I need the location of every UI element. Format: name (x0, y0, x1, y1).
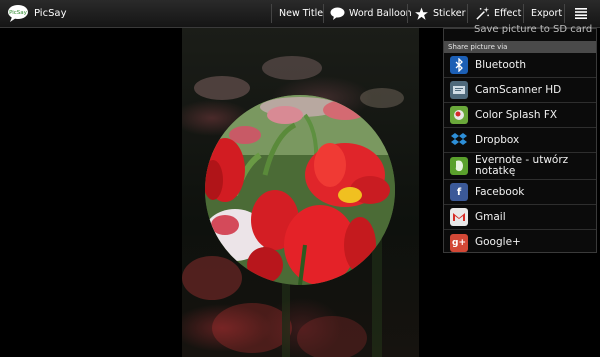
menu-item-color-splash-fx[interactable]: Color Splash FX (444, 103, 596, 128)
new-title-label: New Title (279, 8, 324, 19)
separator (467, 4, 468, 23)
menu-item-camscanner-hd[interactable]: CamScanner HD (444, 78, 596, 103)
menu-item-gmail[interactable]: Gmail (444, 205, 596, 230)
gmail-icon (450, 208, 468, 226)
google-plus-icon: g+ (450, 233, 468, 252)
bluetooth-icon (450, 56, 468, 74)
menu-item-label: Google+ (475, 236, 521, 248)
share-section-header: Share picture via (444, 41, 596, 53)
menu-item-save-to-sd[interactable]: Save picture to SD card (444, 23, 596, 37)
camscanner-icon (450, 81, 468, 99)
logo-text: PicSay (9, 10, 28, 16)
menu-item-label: Gmail (475, 210, 506, 223)
separator (407, 4, 408, 23)
word-balloon-button[interactable]: Word Balloon (330, 0, 412, 27)
speech-balloon-icon (330, 7, 345, 20)
menu-item-label: Color Splash FX (475, 108, 558, 121)
menu-item-label: Facebook (475, 185, 525, 198)
separator (271, 4, 272, 23)
dropbox-icon (450, 131, 468, 149)
menu-item-evernote[interactable]: Evernote - utwórz notatkę (444, 153, 596, 180)
evernote-icon (450, 157, 468, 175)
color-splash-icon (450, 106, 468, 124)
overflow-menu-icon (575, 8, 587, 19)
menu-item-facebook[interactable]: f Facebook (444, 180, 596, 205)
circle-selection-photo[interactable] (205, 95, 395, 285)
app-title: PicSay (34, 8, 67, 19)
menu-item-label: Evernote - utwórz notatkę (475, 154, 569, 177)
facebook-icon: f (450, 183, 468, 201)
menu-item-dropbox[interactable]: Dropbox (444, 128, 596, 153)
overflow-dropdown-menu: Save picture to SD card Share picture vi… (443, 24, 597, 255)
magic-wand-icon (476, 6, 490, 20)
tulip-photo-image (205, 95, 395, 285)
separator (323, 4, 324, 23)
separator (523, 4, 524, 23)
menu-item-label: CamScanner HD (475, 83, 562, 96)
picsay-logo-icon[interactable]: PicSay (7, 4, 29, 22)
menu-item-label: Dropbox (475, 133, 520, 146)
new-title-button[interactable]: New Title (279, 0, 323, 27)
word-balloon-label: Word Balloon (349, 8, 412, 19)
menu-item-google-plus[interactable]: g+ Google+ (444, 230, 596, 255)
separator (564, 4, 565, 23)
menu-item-bluetooth[interactable]: Bluetooth (444, 53, 596, 78)
menu-item-label: Bluetooth (475, 58, 526, 71)
star-icon (415, 7, 428, 20)
